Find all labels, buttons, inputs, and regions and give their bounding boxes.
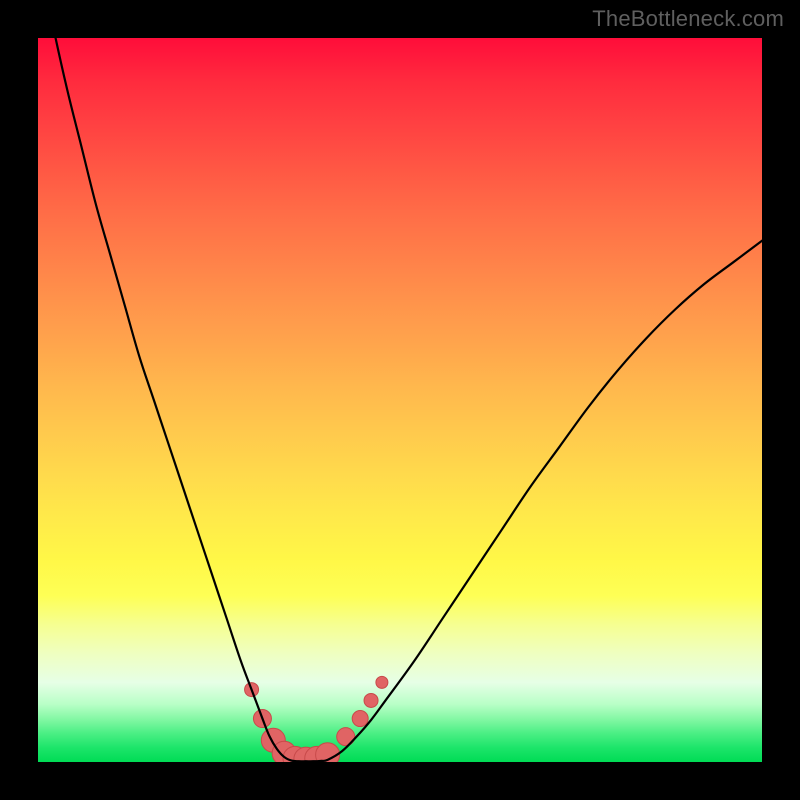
bottleneck-curve [38, 38, 762, 761]
marker-group [245, 676, 388, 762]
plot-area [38, 38, 762, 762]
marker-dot [352, 711, 368, 727]
watermark-text: TheBottleneck.com [592, 6, 784, 32]
marker-dot [364, 693, 378, 707]
chart-svg [38, 38, 762, 762]
outer-frame: TheBottleneck.com [0, 0, 800, 800]
marker-dot [376, 676, 388, 688]
